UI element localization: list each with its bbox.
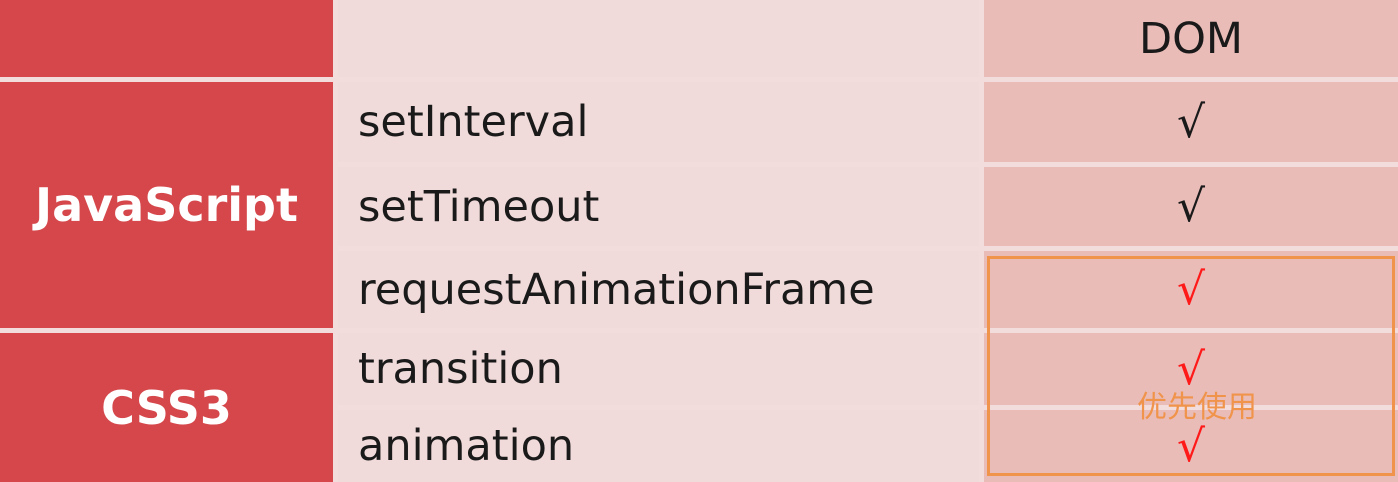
group-javascript: JavaScript (0, 82, 333, 328)
check-icon: √ (1176, 181, 1206, 232)
method-cell: setTimeout (338, 167, 979, 246)
header-method-cell (338, 0, 979, 77)
group-css3: CSS3 (0, 333, 333, 482)
check-icon: √ (1176, 96, 1206, 148)
method-name: transition (358, 344, 563, 394)
header-dom-label: DOM (1138, 13, 1244, 64)
group-label: CSS3 (101, 380, 232, 435)
check-icon: √ (1176, 420, 1206, 472)
group-label: JavaScript (35, 178, 298, 232)
method-cell: setInterval (338, 82, 979, 162)
annotation-note: 优先使用 (1137, 390, 1257, 425)
header-corner-cell (0, 0, 333, 77)
method-name: setInterval (358, 97, 589, 147)
method-cell: animation (338, 410, 979, 482)
method-cell: transition (338, 333, 979, 405)
method-name: animation (358, 421, 575, 471)
dom-cell: √ (984, 167, 1398, 246)
dom-cell: √ (984, 251, 1398, 328)
method-name: requestAnimationFrame (358, 264, 875, 315)
dom-cell: √ (984, 82, 1398, 162)
check-icon: √ (1176, 343, 1206, 395)
method-cell: requestAnimationFrame (338, 251, 979, 328)
method-name: setTimeout (358, 181, 600, 232)
header-dom-cell: DOM (984, 0, 1398, 77)
check-icon: √ (1176, 264, 1206, 315)
